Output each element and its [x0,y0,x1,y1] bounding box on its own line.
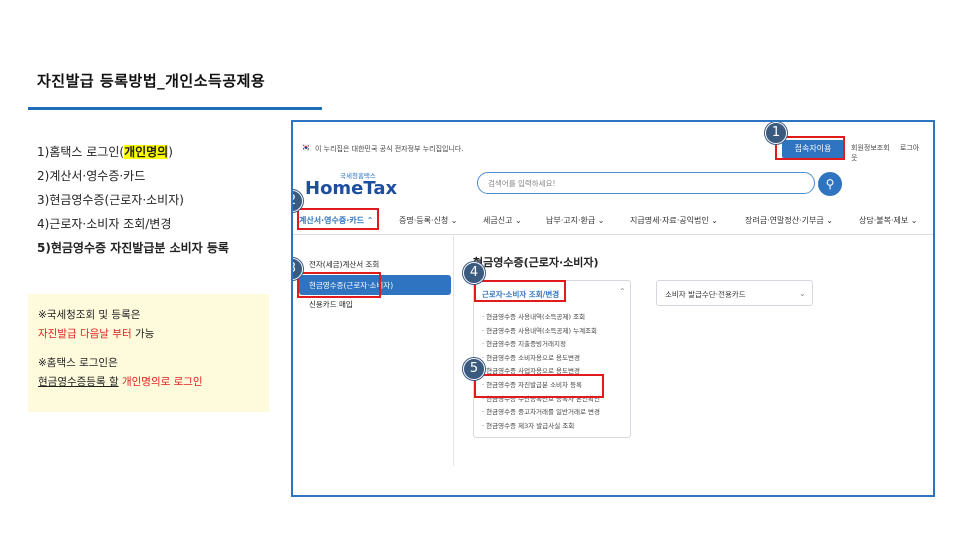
korea-flag-icon: 🇰🇷 [301,143,311,152]
search-placeholder: 검색어를 입력하세요! [488,179,556,188]
note-line-2-rest: 가능 [131,328,155,340]
panel-list: · 현금영수증 사용내역(소득공제) 조회 · 현금영수증 사용내역(소득공제)… [482,311,600,433]
hometax-logo[interactable]: 국세청홈택스 HomeTax [305,170,397,198]
main-nav: 계산서·영수증·카드 ⌃ 증명·등록·신청 ⌄ 세금신고 ⌄ 납부·고지·환급 … [293,207,933,235]
top-links: 회원정보조회 로그아웃 [851,143,933,163]
step-3: 3)현금영수증(근로자·소비자) [37,193,184,207]
highlight-box-1 [775,136,845,160]
list-item[interactable]: · 현금영수증 지출증빙거래지정 [482,338,600,352]
nav-payment[interactable]: 납부·고지·환급 ⌄ [546,215,605,226]
nav-tax-return[interactable]: 세금신고 ⌄ [483,215,522,226]
note-line-2-red: 자진발급 다음날 부터 [38,328,132,340]
list-item[interactable]: · 현금영수증 사용내역(소득공제) 누계조회 [482,325,600,339]
step-1-post: ) [168,145,173,159]
list-item[interactable]: · 현금영수증 제3자 발급사실 조회 [482,420,600,434]
nav-counsel[interactable]: 상담·불복·제보 ⌄ [859,215,918,226]
highlight-box-2 [297,208,379,230]
highlight-box-5 [474,374,604,398]
step-badge-1: 1 [765,122,787,144]
search-input[interactable]: 검색어를 입력하세요! [477,172,815,194]
step-1: 1)홈택스 로그인(개인명의) [37,140,229,164]
logo-text: HomeTax [305,178,398,199]
hometax-screenshot: 🇰🇷 이 누리집은 대한민국 공식 전자정부 누리집입니다. 접속자이용 회원정… [291,120,935,497]
step-1-pre: 1)홈택스 로그인( [37,145,125,159]
list-item[interactable]: · 현금영수증 소비자용으로 용도변경 [482,352,600,366]
worker-consumer-panel: 근로자·소비자 조회/변경 ⌃ · 현금영수증 사용내역(소득공제) 조회 · … [473,280,631,438]
note-line-2: 자진발급 다음날 부터 가능 [38,325,259,344]
nav-statement[interactable]: 지급명세·자료·공익법인 ⌄ [630,215,718,226]
note-line-4: 현금영수증등록 할 개인명의로 로그인 [38,373,259,392]
slide-title: 자진발급 등록방법_개인소득공제용 [37,72,266,90]
list-item[interactable]: · 현금영수증 중고차거래를 일반거래로 변경 [482,406,600,420]
panel2-label: 소비자 발급수단·전용카드 [665,290,746,299]
step-badge-4: 4 [463,262,485,284]
consumer-card-panel[interactable]: 소비자 발급수단·전용카드 ⌄ [656,280,813,306]
content-title: 현금영수증(근로자·소비자) [473,256,599,269]
step-5: 5)현금영수증 자진발급분 소비자 등록 [37,241,229,255]
step-badge-5: 5 [463,358,485,380]
highlight-box-3 [297,272,381,298]
list-item[interactable]: · 현금영수증 사용내역(소득공제) 조회 [482,311,600,325]
nav-incentive[interactable]: 장려금·연말정산·기부금 ⌄ [745,215,833,226]
chevron-up-icon[interactable]: ⌃ [619,287,626,296]
search-icon[interactable]: ⚲ [818,172,842,196]
note-box: ※국세청조회 및 등록은 자진발급 다음날 부터 가능 ※홈택스 로그인은 현금… [28,294,269,412]
note-line-3: ※홈택스 로그인은 [38,357,118,369]
nav-certificate[interactable]: 증명·등록·신청 ⌄ [399,215,458,226]
step-2: 2)계산서·영수증·카드 [37,169,146,183]
step-1-highlight: 개인명의 [124,145,169,159]
left-menu-divider [453,236,454,466]
chevron-down-icon: ⌄ [799,289,806,298]
step-4: 4)근로자·소비자 조회/변경 [37,217,172,231]
member-info-link[interactable]: 회원정보조회 [851,144,890,152]
left-menu-e-invoice[interactable]: 전자(세금)계산서 조회 [309,259,379,270]
step-list: 1)홈택스 로그인(개인명의) 2)계산서·영수증·카드 3)현금영수증(근로자… [37,140,229,260]
highlight-box-4 [474,280,566,302]
note-line-4-red: 개인명의로 로그인 [118,376,203,388]
note-line-1: ※국세청조회 및 등록은 [38,309,141,321]
left-menu-credit-card[interactable]: 신용카드 매입 [309,299,353,310]
title-underline [28,107,322,110]
gov-notice: 이 누리집은 대한민국 공식 전자정부 누리집입니다. [315,145,464,153]
note-line-4-underline: 현금영수증등록 할 [38,376,119,388]
